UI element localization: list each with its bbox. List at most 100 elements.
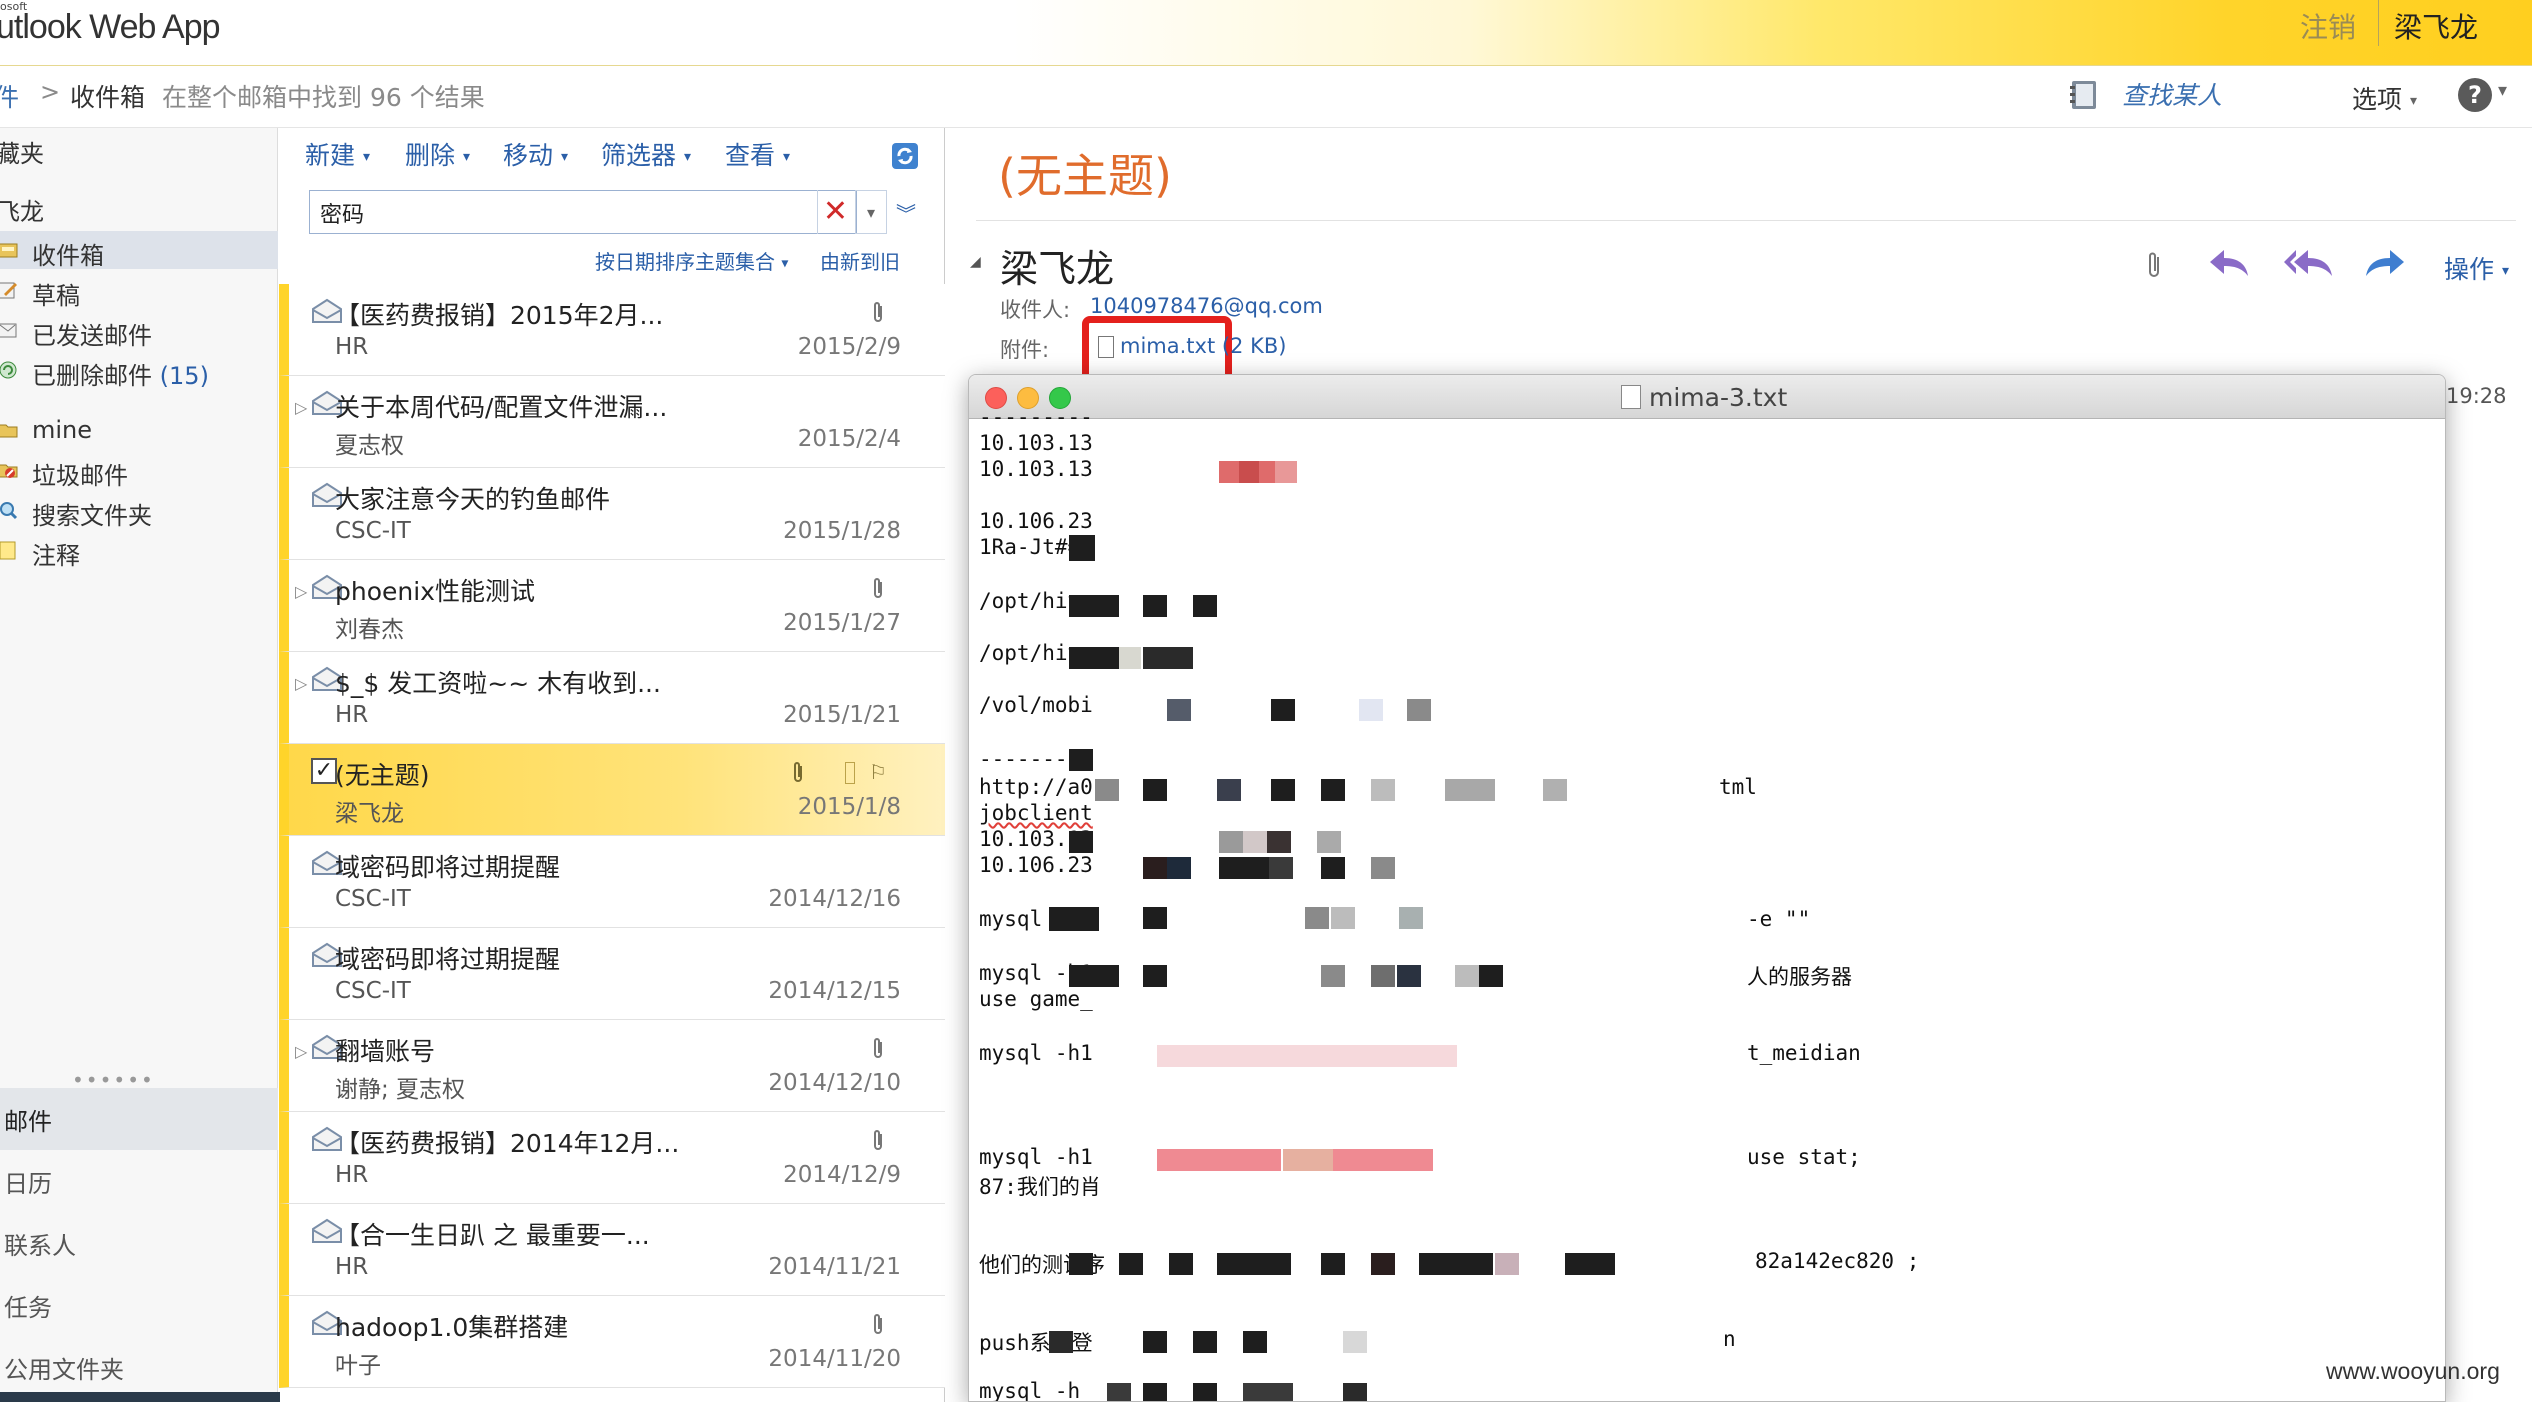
help-icon[interactable]: ? <box>2458 78 2492 112</box>
message-date: 2015/2/9 <box>797 334 901 360</box>
message-row[interactable]: hadoop1.0集群搭建 叶子 2014/11/20 <box>279 1296 945 1388</box>
message-row[interactable]: 域密码即将过期提醒 CSC-IT 2014/12/15 <box>279 928 945 1020</box>
filter-label: 筛选器 <box>601 141 677 170</box>
message-row[interactable]: 【医药费报销】2014年12月... HR 2014/12/9 <box>279 1112 945 1204</box>
text-fragment: 人的服务器 <box>1747 965 1852 989</box>
message-date: 2014/12/16 <box>768 886 901 912</box>
expand-thread-icon[interactable]: ▷ <box>295 582 307 601</box>
expand-thread-icon[interactable]: ▷ <box>295 398 307 417</box>
window-titlebar[interactable]: mima-3.txt <box>969 375 2445 419</box>
new-label: 新建 <box>305 141 356 170</box>
new-button[interactable]: 新建 ▾ <box>305 136 370 172</box>
expand-search-icon[interactable]: ︾ <box>893 198 919 226</box>
text-file-window[interactable]: mima-3.txt --------- 10.103.13 10.103.13… <box>968 374 2446 1402</box>
message-row[interactable]: ▷ 翻墙账号 谢静; 夏志权 2014/12/10 <box>279 1020 945 1112</box>
reply-all-icon[interactable] <box>2282 246 2334 280</box>
refresh-icon[interactable] <box>891 142 919 170</box>
message-row[interactable]: ▷ phoenix性能测试 刘春杰 2015/1/27 <box>279 560 945 652</box>
message-date: 2014/11/21 <box>768 1254 901 1280</box>
mailbox-owner[interactable]: 飞龙 <box>0 192 44 227</box>
message-date: 2015/1/8 <box>797 794 901 820</box>
notes-icon <box>0 541 16 560</box>
window-title: mima-3.txt <box>1649 383 1788 412</box>
folder-label: 草稿 <box>32 282 80 310</box>
top-banner: osoft utlook Web App 注销 梁飞龙 <box>0 0 2532 66</box>
message-sender: 刘春杰 <box>335 617 404 643</box>
message-row[interactable]: ▷ 关于本周代码/配置文件泄漏... 夏志权 2015/2/4 <box>279 376 945 468</box>
expand-thread-icon[interactable]: ▷ <box>295 1042 307 1061</box>
sort-by-dropdown[interactable]: 按日期排序主题集合 ▾ <box>595 246 788 275</box>
text-fragment: 82a142ec820 ; <box>1755 1249 1920 1273</box>
find-person-link[interactable]: 查找某人 <box>2122 76 2222 112</box>
sender-name[interactable]: 梁飞龙 <box>1000 238 1114 293</box>
message-subject: 域密码即将过期提醒 <box>335 945 561 974</box>
document-icon <box>1621 385 1641 409</box>
view-button[interactable]: 查看 ▾ <box>725 136 790 172</box>
message-date: 2015/1/27 <box>783 610 901 636</box>
folder-pane: 藏夹 飞龙 收件箱 草稿 已发送邮件 已删除邮件 (15) mine 垃圾邮件 … <box>0 128 278 1402</box>
select-checkbox[interactable]: ✓ <box>311 758 337 784</box>
nav-section-mail[interactable]: 邮件 <box>0 1088 278 1150</box>
text-file-content[interactable]: --------- 10.103.13 10.103.13 10.106.23 … <box>979 405 2439 1402</box>
nav-section-contacts[interactable]: 联系人 <box>4 1226 76 1261</box>
forward-icon[interactable] <box>2364 246 2406 280</box>
text-fragment: use stat; <box>1747 1145 1861 1169</box>
view-label: 查看 <box>725 141 776 170</box>
message-row-selected[interactable]: ✓ (无主题) 梁飞龙 2015/1/8 ⚐ <box>279 744 945 836</box>
signout-link[interactable]: 注销 <box>2300 6 2356 46</box>
nav-section-calendar[interactable]: 日历 <box>4 1164 52 1199</box>
attachment-link[interactable]: mima.txt (2 KB) <box>1120 334 1286 358</box>
delete-label: 删除 <box>405 141 456 170</box>
message-row[interactable]: 大家注意今天的钓鱼邮件 CSC-IT 2015/1/28 <box>279 468 945 560</box>
message-subject: 【合一生日趴 之 最重要一... <box>335 1221 650 1250</box>
drafts-icon <box>0 282 17 299</box>
unread-count: 15 <box>169 362 200 390</box>
reply-icon[interactable] <box>2208 246 2250 280</box>
filter-button[interactable]: 筛选器 ▾ <box>601 136 691 172</box>
text-line: /vol/mobi <box>979 693 1093 717</box>
nav-section-tasks[interactable]: 任务 <box>4 1288 52 1323</box>
user-name-button[interactable]: 梁飞龙 <box>2394 6 2478 46</box>
message-row[interactable]: 域密码即将过期提醒 CSC-IT 2014/12/16 <box>279 836 945 928</box>
move-button[interactable]: 移动 ▾ <box>503 136 568 172</box>
attachment-icon <box>874 1038 882 1058</box>
attachment-icon <box>874 1130 882 1150</box>
message-subject: $_$ 发工资啦~~ 木有收到... <box>335 669 661 698</box>
message-subject: phoenix性能测试 <box>335 577 535 606</box>
delete-button[interactable]: 删除 ▾ <box>405 136 470 172</box>
breadcrumb-mail-link[interactable]: 件 <box>0 78 19 114</box>
breadcrumb-current-folder: 收件箱 <box>70 83 146 112</box>
category-icon[interactable] <box>845 762 855 784</box>
search-options-dropdown[interactable]: ▾ <box>855 190 887 234</box>
chevron-down-icon: ▾ <box>462 149 470 165</box>
message-row[interactable]: 【医药费报销】2015年2月... HR 2015/2/9 <box>279 284 945 376</box>
chevron-down-icon: ▾ <box>362 149 370 165</box>
text-line: use game_ <box>979 987 1093 1011</box>
expand-thread-icon[interactable]: ▷ <box>295 674 307 693</box>
clear-search-icon[interactable]: ✕ <box>817 190 853 234</box>
text-line: mysql -h1 <box>979 1145 1093 1169</box>
search-input[interactable] <box>320 199 810 227</box>
junk-icon <box>0 464 18 478</box>
flag-icon[interactable]: ⚐ <box>869 760 887 784</box>
search-box <box>309 190 857 234</box>
favorites-header[interactable]: 藏夹 <box>0 134 44 169</box>
nav-section-public-folders[interactable]: 公用文件夹 <box>4 1350 124 1385</box>
chevron-down-icon: ▾ <box>781 255 789 272</box>
actions-menu[interactable]: 操作 ▾ <box>2444 250 2509 286</box>
options-menu[interactable]: 选项 ▾ <box>2352 80 2417 116</box>
chevron-down-icon[interactable]: ▾ <box>2498 80 2507 101</box>
sort-order-toggle[interactable]: 由新到旧 <box>820 246 900 275</box>
app-title: utlook Web App <box>0 8 221 46</box>
text-line: mysql -h <box>979 1379 1081 1402</box>
attachment-icon[interactable] <box>2146 250 2162 280</box>
message-row[interactable]: 【合一生日趴 之 最重要一... HR 2014/11/21 <box>279 1204 945 1296</box>
address-book-icon[interactable] <box>2068 78 2102 112</box>
text-line: 10.103.13 <box>979 457 1093 481</box>
text-line: jobclient <box>979 801 1093 825</box>
recipient-link[interactable]: 1040978476@qq.com <box>1090 294 1323 318</box>
message-row[interactable]: ▷ $_$ 发工资啦~~ 木有收到... HR 2015/1/21 <box>279 652 945 744</box>
attachment-icon <box>794 762 802 782</box>
collapse-header-icon[interactable]: ◢ <box>970 254 981 270</box>
move-label: 移动 <box>503 141 554 170</box>
